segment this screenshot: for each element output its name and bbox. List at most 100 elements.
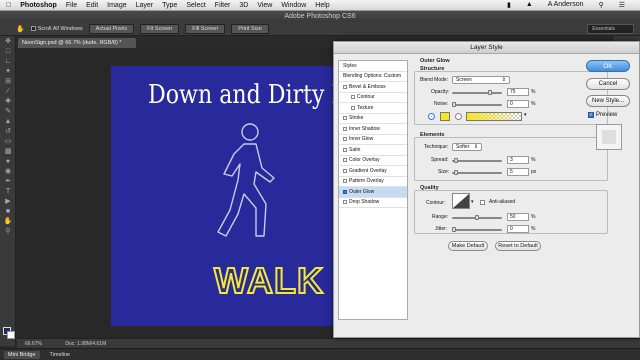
lasso-tool-icon[interactable]: ∟: [2, 57, 14, 66]
technique-select[interactable]: Softer ⇕: [452, 143, 482, 151]
list-icon[interactable]: ☰: [619, 1, 625, 9]
battery-icon[interactable]: ▮: [507, 1, 511, 9]
menu-type[interactable]: Type: [162, 2, 177, 9]
opacity-slider-knob[interactable]: [488, 90, 492, 95]
brush-tool-icon[interactable]: ✎: [2, 107, 14, 116]
style-checkbox[interactable]: [351, 95, 355, 100]
style-checkbox[interactable]: [343, 147, 347, 152]
apple-icon[interactable]: : [6, 2, 11, 9]
zoom-tool-icon[interactable]: ⚲: [2, 227, 14, 236]
style-item-styles[interactable]: Styles: [339, 61, 407, 72]
noise-slider[interactable]: [452, 102, 502, 107]
spread-slider[interactable]: [452, 158, 502, 163]
range-slider[interactable]: [452, 215, 502, 220]
size-field[interactable]: 5: [507, 168, 529, 176]
style-item-gradient-overlay[interactable]: Gradient Overlay: [339, 166, 407, 177]
size-slider-knob[interactable]: [454, 170, 458, 175]
anti-aliased-checkbox[interactable]: Anti-aliased: [480, 199, 515, 205]
marquee-tool-icon[interactable]: □: [2, 47, 14, 56]
menu-help[interactable]: Help: [315, 2, 329, 9]
crop-tool-icon[interactable]: ⊞: [2, 77, 14, 86]
style-item-drop-shadow[interactable]: Drop Shadow: [339, 198, 407, 208]
style-item-pattern-overlay[interactable]: Pattern Overlay: [339, 177, 407, 187]
scroll-all-checkbox[interactable]: Scroll All Windows: [30, 26, 83, 32]
background-color-swatch[interactable]: [7, 331, 15, 339]
style-item-texture[interactable]: Texture: [339, 103, 407, 114]
jitter-slider-knob[interactable]: [452, 227, 456, 232]
style-checkbox[interactable]: [343, 84, 347, 89]
contour-preview-icon[interactable]: [452, 193, 470, 209]
stamp-tool-icon[interactable]: ▲: [2, 117, 14, 126]
menu-select[interactable]: Select: [186, 2, 205, 9]
style-checkbox[interactable]: [351, 105, 355, 110]
tab-mini-bridge[interactable]: Mini Bridge: [4, 350, 40, 359]
range-field[interactable]: 50: [507, 213, 529, 221]
menu-image[interactable]: Image: [107, 2, 126, 9]
wifi-icon[interactable]: ▲: [526, 1, 533, 9]
search-icon[interactable]: ⚲: [599, 1, 604, 9]
solid-color-radio[interactable]: [428, 113, 435, 120]
make-default-button[interactable]: Make Default: [448, 241, 488, 251]
fill-screen-button[interactable]: Fill Screen: [185, 23, 226, 34]
type-tool-icon[interactable]: T: [2, 187, 14, 196]
actual-pixels-button[interactable]: Actual Pixels: [88, 23, 135, 34]
style-checkbox[interactable]: [343, 189, 347, 194]
noise-slider-knob[interactable]: [452, 102, 456, 107]
opacity-slider[interactable]: [452, 90, 502, 95]
history-brush-icon[interactable]: ↺: [2, 127, 14, 136]
print-size-button[interactable]: Print Size: [231, 23, 269, 34]
blur-tool-icon[interactable]: ●: [2, 157, 14, 166]
dodge-tool-icon[interactable]: ◉: [2, 167, 14, 176]
move-tool-icon[interactable]: ✥: [2, 37, 14, 46]
zoom-level[interactable]: 66.67%: [25, 341, 42, 347]
app-menu[interactable]: Photoshop: [20, 2, 57, 9]
style-checkbox[interactable]: [343, 179, 347, 184]
reset-default-button[interactable]: Reset to Default: [495, 241, 541, 251]
menu-file[interactable]: File: [66, 2, 77, 9]
hand-tool-icon[interactable]: ✋: [16, 25, 25, 33]
menu-window[interactable]: Window: [281, 2, 306, 9]
size-slider[interactable]: [452, 170, 502, 175]
path-select-tool-icon[interactable]: ▶: [2, 197, 14, 206]
glow-color-swatch[interactable]: [440, 112, 450, 121]
style-item-stroke[interactable]: Stroke: [339, 114, 407, 124]
document-tab[interactable]: NeonSign.psd @ 66.7% (dude, RGB/8) *: [18, 38, 136, 48]
new-style-button[interactable]: New Style...: [586, 95, 630, 107]
style-item-inner-shadow[interactable]: Inner Shadow: [339, 124, 407, 135]
style-item-satin[interactable]: Satin: [339, 145, 407, 156]
shape-tool-icon[interactable]: ■: [2, 207, 14, 216]
pen-tool-icon[interactable]: ✒: [2, 177, 14, 186]
user-name[interactable]: A Anderson: [548, 1, 584, 9]
cancel-button[interactable]: Cancel: [586, 78, 630, 90]
gradient-tool-icon[interactable]: ▩: [2, 147, 14, 156]
menu-layer[interactable]: Layer: [136, 2, 154, 9]
healing-tool-icon[interactable]: ✚: [2, 97, 14, 106]
style-item-inner-glow[interactable]: Inner Glow: [339, 135, 407, 145]
range-slider-knob[interactable]: [475, 215, 479, 220]
style-checkbox[interactable]: [343, 116, 347, 121]
menu-3d[interactable]: 3D: [239, 2, 248, 9]
quick-select-tool-icon[interactable]: ✦: [2, 67, 14, 76]
hand-tool-icon-2[interactable]: ✋: [2, 217, 14, 226]
style-item-color-overlay[interactable]: Color Overlay: [339, 156, 407, 166]
style-checkbox[interactable]: [343, 137, 347, 142]
contour-dropdown-icon[interactable]: ▾: [471, 199, 474, 205]
menu-view[interactable]: View: [257, 2, 272, 9]
eraser-tool-icon[interactable]: ▭: [2, 137, 14, 146]
fit-screen-button[interactable]: Fit Screen: [140, 23, 180, 34]
style-item-bevel-emboss[interactable]: Bevel & Emboss: [339, 82, 407, 93]
gradient-dropdown-icon[interactable]: ▾: [524, 112, 527, 118]
noise-field[interactable]: 0: [507, 100, 529, 108]
ok-button[interactable]: OK: [586, 60, 630, 72]
workspace-select[interactable]: Essentials: [587, 23, 634, 34]
style-item-contour[interactable]: Contour: [339, 93, 407, 103]
menu-edit[interactable]: Edit: [86, 2, 98, 9]
style-item-outer-glow[interactable]: Outer Glow: [339, 187, 407, 198]
style-checkbox[interactable]: [343, 126, 347, 131]
eyedropper-tool-icon[interactable]: ⁄: [2, 87, 14, 96]
spread-slider-knob[interactable]: [454, 158, 458, 163]
menu-filter[interactable]: Filter: [215, 2, 231, 9]
style-checkbox[interactable]: [343, 200, 347, 205]
glow-gradient-picker[interactable]: [466, 112, 522, 121]
jitter-field[interactable]: 0: [507, 225, 529, 233]
